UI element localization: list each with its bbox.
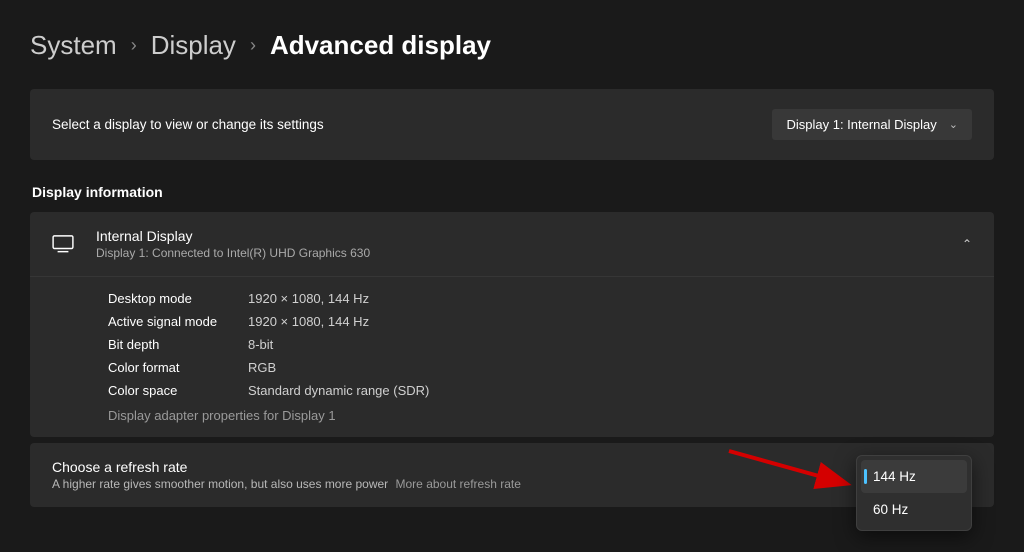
property-value: 1920 × 1080, 144 Hz — [248, 314, 369, 329]
more-about-refresh-rate-link[interactable]: More about refresh rate — [396, 477, 521, 491]
property-value: RGB — [248, 360, 276, 375]
breadcrumb-display[interactable]: Display — [151, 30, 236, 61]
refresh-rate-option[interactable]: 60 Hz — [861, 493, 967, 526]
refresh-rate-dropdown-flyout: 144 Hz60 Hz — [856, 455, 972, 531]
chevron-down-icon: ⌄ — [949, 118, 958, 131]
refresh-rate-description: A higher rate gives smoother motion, but… — [52, 477, 388, 491]
property-label: Desktop mode — [108, 291, 248, 306]
property-value: Standard dynamic range (SDR) — [248, 383, 429, 398]
display-information-panel: Internal Display Display 1: Connected to… — [30, 212, 994, 437]
property-row: Color spaceStandard dynamic range (SDR) — [108, 379, 972, 402]
select-display-panel: Select a display to view or change its s… — [30, 89, 994, 160]
property-row: Bit depth8-bit — [108, 333, 972, 356]
page-title: Advanced display — [270, 30, 491, 61]
refresh-rate-panel: Choose a refresh rate A higher rate give… — [30, 443, 994, 507]
refresh-rate-title: Choose a refresh rate — [52, 459, 521, 475]
refresh-rate-option[interactable]: 144 Hz — [861, 460, 967, 493]
property-row: Desktop mode1920 × 1080, 144 Hz — [108, 287, 972, 310]
chevron-right-icon: › — [131, 35, 137, 56]
display-properties: Desktop mode1920 × 1080, 144 HzActive si… — [30, 277, 994, 437]
property-label: Bit depth — [108, 337, 248, 352]
breadcrumb: System › Display › Advanced display — [30, 30, 994, 61]
display-connection-label: Display 1: Connected to Intel(R) UHD Gra… — [96, 246, 940, 260]
chevron-up-icon: ⌃ — [962, 237, 972, 251]
annotation-arrow-icon — [724, 441, 864, 501]
display-selector-value: Display 1: Internal Display — [786, 117, 936, 132]
display-selector-dropdown[interactable]: Display 1: Internal Display ⌄ — [772, 109, 972, 140]
property-row: Color formatRGB — [108, 356, 972, 379]
property-label: Color space — [108, 383, 248, 398]
monitor-icon — [52, 235, 74, 253]
property-label: Active signal mode — [108, 314, 248, 329]
display-name-label: Internal Display — [96, 228, 940, 244]
select-display-label: Select a display to view or change its s… — [52, 117, 324, 132]
breadcrumb-system[interactable]: System — [30, 30, 117, 61]
property-label: Color format — [108, 360, 248, 375]
display-adapter-properties-link[interactable]: Display adapter properties for Display 1 — [108, 408, 972, 423]
display-information-heading: Display information — [32, 184, 994, 200]
display-info-expander[interactable]: Internal Display Display 1: Connected to… — [30, 212, 994, 277]
property-value: 8-bit — [248, 337, 273, 352]
chevron-right-icon: › — [250, 35, 256, 56]
property-row: Active signal mode1920 × 1080, 144 Hz — [108, 310, 972, 333]
property-value: 1920 × 1080, 144 Hz — [248, 291, 369, 306]
